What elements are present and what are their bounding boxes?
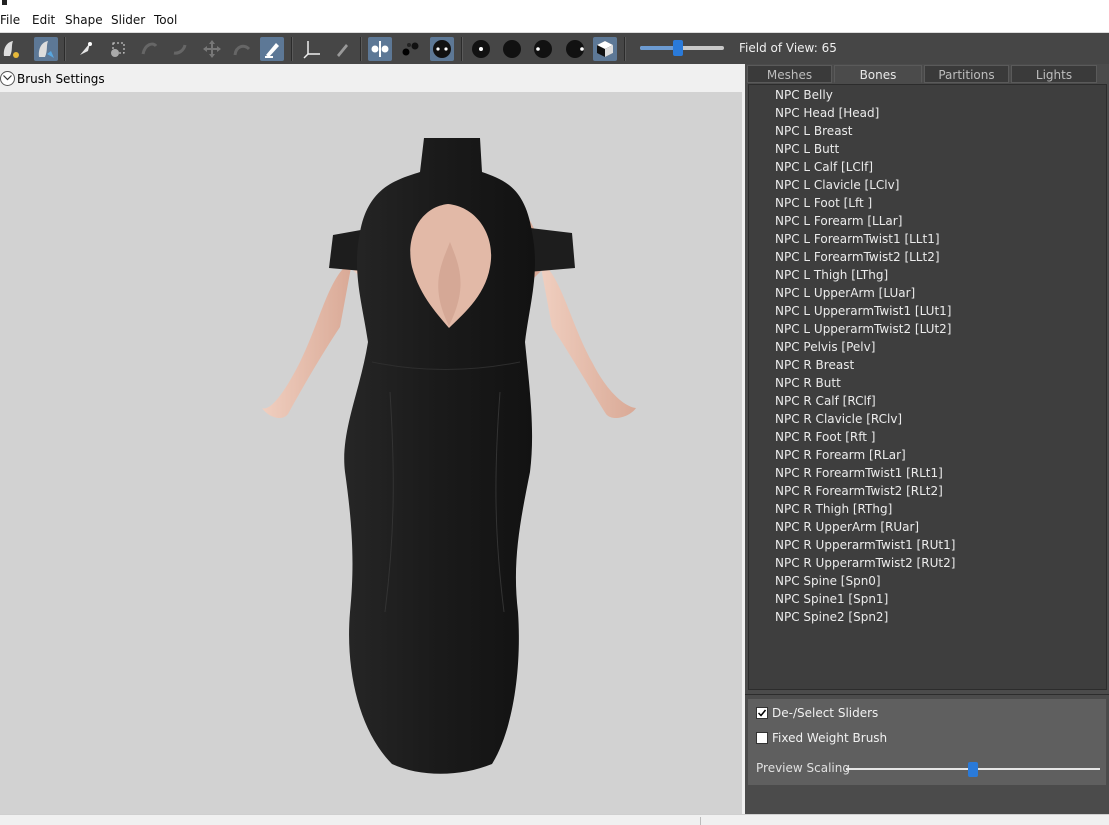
bone-list-item[interactable]: NPC R Foot [Rft ] [775, 428, 875, 446]
tab-meshes[interactable]: Meshes [747, 65, 832, 83]
options-panel: De-/Select Sliders Fixed Weight Brush Pr… [745, 694, 1109, 815]
preview-scaling-label: Preview Scaling [756, 761, 850, 775]
preview-scaling-slider[interactable] [846, 762, 1100, 777]
bone-list-item[interactable]: NPC R Butt [775, 374, 841, 392]
fov-slider[interactable] [640, 40, 724, 56]
toolbar-separator [624, 37, 626, 61]
eraser-icon[interactable] [330, 37, 354, 61]
bone-list-item[interactable]: NPC L Breast [775, 122, 853, 140]
bone-list-item[interactable]: NPC L UpperarmTwist2 [LUt2] [775, 320, 951, 338]
chevron-down-icon[interactable] [0, 71, 15, 86]
select-icon[interactable] [74, 37, 98, 61]
bone-list-item[interactable]: NPC R UpperArm [RUar] [775, 518, 919, 536]
menu-tool[interactable]: Tool [154, 13, 177, 27]
menu-file[interactable]: File [0, 13, 20, 27]
bone-list-item[interactable]: NPC R UpperarmTwist2 [RUt2] [775, 554, 955, 572]
bone-list-item[interactable]: NPC R Calf [RClf] [775, 392, 876, 410]
bone-list-item[interactable]: NPC R Thigh [RThg] [775, 500, 892, 518]
cube-icon[interactable] [593, 37, 617, 61]
deselect-sliders-checkbox[interactable] [756, 707, 768, 719]
vertex-icon[interactable] [399, 37, 423, 61]
mask-brush-icon[interactable] [0, 37, 24, 61]
left-arm [262, 262, 352, 419]
bone-list[interactable]: NPC Belly NPC Head [Head] NPC L Breast NPC … [748, 84, 1107, 690]
brush-settings-label: Brush Settings [17, 72, 105, 86]
menu-bar: File Edit Shape Slider Tool [0, 8, 1109, 33]
undo-icon[interactable] [230, 37, 254, 61]
menu-slider[interactable]: Slider [111, 13, 145, 27]
right-panel: Meshes Bones Partitions Lights NPC Belly… [745, 64, 1109, 815]
shadow-sphere-icon[interactable] [563, 37, 587, 61]
bone-list-item[interactable]: NPC Pelvis [Pelv] [775, 338, 875, 356]
fixed-weight-brush-label: Fixed Weight Brush [772, 731, 888, 745]
bone-list-item[interactable]: NPC L Butt [775, 140, 839, 158]
tab-lights[interactable]: Lights [1011, 65, 1097, 83]
sphere-icon[interactable] [500, 37, 524, 61]
symmetry-icon[interactable] [368, 37, 392, 61]
bone-list-item[interactable]: NPC L Calf [LClf] [775, 158, 873, 176]
tab-bones[interactable]: Bones [834, 65, 922, 83]
bone-list-item[interactable]: NPC Belly [775, 86, 833, 104]
inflate-brush-icon[interactable] [34, 37, 58, 61]
bone-list-item[interactable]: NPC R Clavicle [RClv] [775, 410, 902, 428]
toolbar-separator [291, 37, 293, 61]
bone-list-item[interactable]: NPC R ForearmTwist1 [RLt1] [775, 464, 943, 482]
half-sphere-icon[interactable] [531, 37, 555, 61]
bone-list-item[interactable]: NPC Spine2 [Spn2] [775, 608, 888, 626]
bone-list-item[interactable]: NPC L Clavicle [LClv] [775, 176, 899, 194]
transform-icon[interactable] [200, 37, 224, 61]
edge-icon[interactable] [430, 37, 454, 61]
weight-brush-icon[interactable] [260, 37, 284, 61]
bone-list-item[interactable]: NPC L Forearm [LLar] [775, 212, 902, 230]
menu-edit[interactable]: Edit [32, 13, 55, 27]
options-box: De-/Select Sliders Fixed Weight Brush Pr… [748, 699, 1106, 785]
bone-list-item[interactable]: NPC R ForearmTwist2 [RLt2] [775, 482, 943, 500]
toolbar-separator [360, 37, 362, 61]
deselect-sliders-label: De-/Select Sliders [772, 706, 879, 720]
fixed-weight-brush-checkbox[interactable] [756, 732, 768, 744]
dress-model [262, 138, 636, 774]
bone-list-item[interactable]: NPC L ForearmTwist1 [LLt1] [775, 230, 940, 248]
bone-list-item[interactable]: NPC L UpperarmTwist1 [LUt1] [775, 302, 951, 320]
3d-viewport[interactable] [0, 92, 742, 814]
bone-list-item[interactable]: NPC Head [Head] [775, 104, 879, 122]
bone-list-item[interactable]: NPC Spine1 [Spn1] [775, 590, 888, 608]
axes-icon[interactable] [300, 37, 324, 61]
tab-partitions[interactable]: Partitions [924, 65, 1009, 83]
bone-list-item[interactable]: NPC R Breast [775, 356, 854, 374]
menu-shape[interactable]: Shape [65, 13, 103, 27]
fov-label: Field of View: 65 [739, 41, 837, 55]
toolbar-separator [64, 37, 66, 61]
panel-tabs: Meshes Bones Partitions Lights [745, 64, 1109, 84]
bone-list-item[interactable]: NPC L Foot [Lft ] [775, 194, 872, 212]
bone-list-item[interactable]: NPC L ForearmTwist2 [LLt2] [775, 248, 940, 266]
bone-list-item[interactable]: NPC R Forearm [RLar] [775, 446, 906, 464]
toolbar: Field of View: 65 [0, 33, 1109, 64]
title-strip [0, 0, 1109, 8]
bone-list-item[interactable]: NPC R UpperarmTwist1 [RUt1] [775, 536, 955, 554]
app-icon [2, 0, 7, 5]
point-icon[interactable] [469, 37, 493, 61]
status-bar [0, 814, 1109, 825]
bone-list-item[interactable]: NPC L UpperArm [LUar] [775, 284, 915, 302]
move-brush-icon[interactable] [138, 37, 162, 61]
bone-list-item[interactable]: NPC Spine [Spn0] [775, 572, 881, 590]
toolbar-separator [461, 37, 463, 61]
smooth-brush-icon[interactable] [168, 37, 192, 61]
preview-scaling-thumb[interactable] [968, 762, 978, 777]
fov-slider-thumb[interactable] [672, 40, 683, 56]
right-arm-band [528, 228, 575, 272]
marquee-icon[interactable] [106, 37, 130, 61]
bone-list-item[interactable]: NPC L Thigh [LThg] [775, 266, 888, 284]
brush-settings-header[interactable]: Brush Settings [0, 65, 745, 92]
right-arm [540, 262, 636, 419]
